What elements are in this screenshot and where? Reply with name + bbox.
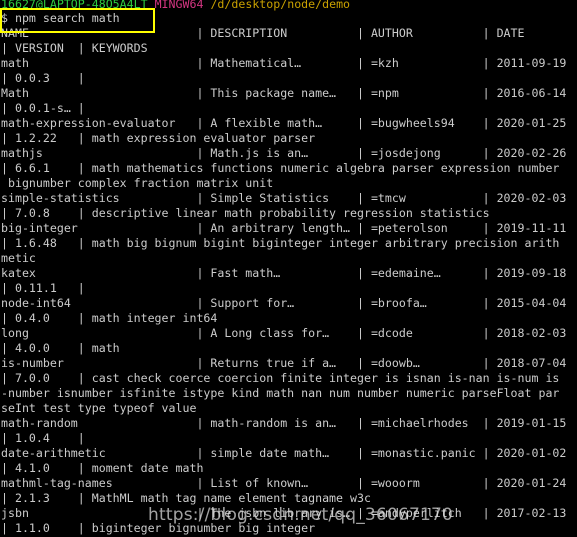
output-line: long | A Long class for… | =dcode | 2018…	[1, 326, 567, 340]
output-line: jsbn | The jsbn library is… | =andyperli…	[1, 506, 567, 520]
output-line: katex | Fast math… | =edemaine… | 2019-0…	[1, 266, 567, 280]
output-line: | 1.1.0 | biginteger bignumber big integ…	[1, 521, 316, 535]
output-line: | 1.2.22 | math expression evaluator par…	[1, 131, 316, 145]
output-line: math | Mathematical… | =kzh | 2011-09-19	[1, 56, 567, 70]
output-line: | 6.6.1 | math mathematics functions num…	[1, 161, 560, 175]
output-line: mathml-tag-names | List of known… | =woo…	[1, 476, 567, 490]
output-line: math-random | math-random is an… | =mich…	[1, 416, 567, 430]
terminal-output: $ npm search math NAME | DESCRIPTION | A…	[0, 11, 577, 537]
output-line: Math | This package name… | =npm | 2016-…	[1, 86, 567, 100]
output-line: big-integer | An arbitrary length… | =pe…	[1, 221, 567, 235]
output-line: | 0.11.1 |	[1, 281, 85, 295]
output-line: seInt test type typeof value	[1, 401, 197, 415]
output-line: | 2.1.3 | MathML math tag name element t…	[1, 491, 371, 505]
output-line: simple-statistics | Simple Statistics | …	[1, 191, 567, 205]
command-line[interactable]: $ npm search math	[0, 11, 577, 26]
output-line: | 4.0.0 | math	[1, 341, 120, 355]
output-line: NAME | DESCRIPTION | AUTHOR | DATE	[1, 26, 525, 40]
output-line: node-int64 | Support for… | =broofa… | 2…	[1, 296, 567, 310]
output-line: date-arithmetic | simple date math… | =m…	[1, 446, 567, 460]
output-line: | 0.0.1-s… |	[1, 101, 85, 115]
terminal-window[interactable]: 16627@LAPTOP-48O5A4LT MINGW64 /d/desktop…	[0, 0, 577, 537]
output-line: | 0.0.3 |	[1, 71, 85, 85]
output-line: bignumber complex fraction matrix unit	[1, 176, 274, 190]
output-line: | 0.4.0 | math integer int64	[1, 311, 218, 325]
prompt-user-host: 16627@LAPTOP-48O5A4LT	[1, 0, 148, 11]
prompt-space-1	[148, 0, 155, 11]
output-line: metic	[1, 251, 36, 265]
output-line: | VERSION | KEYWORDS	[1, 41, 148, 55]
output-line: | 1.6.48 | math big bignum bigint bigint…	[1, 236, 560, 250]
output-line: | 7.0.8 | descriptive linear math probab…	[1, 206, 490, 220]
output-line: math-expression-evaluator | A flexible m…	[1, 116, 567, 130]
prompt-shell-tag: MINGW64	[154, 0, 204, 11]
output-line: | 4.1.0 | moment date math	[1, 461, 204, 475]
output-line: | 1.0.4 |	[1, 431, 85, 445]
output-line: | 7.0.0 | cast check coerce coercion fin…	[1, 371, 560, 385]
output-line: mathjs | Math.js is an… | =josdejong | 2…	[1, 146, 567, 160]
output-line: -number isnumber isfinite istype kind ma…	[1, 386, 560, 400]
prompt-path: /d/desktop/node/demo	[210, 0, 351, 11]
output-line: is-number | Returns true if a… | =doowb……	[1, 356, 567, 370]
